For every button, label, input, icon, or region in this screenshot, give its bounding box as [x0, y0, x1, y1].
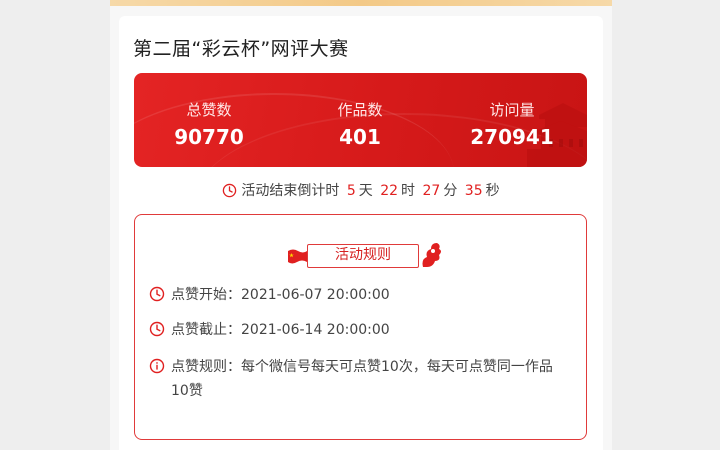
stat-visits: 访问量 270941	[452, 99, 572, 149]
contest-card: 第二届“彩云杯”网评大赛 总赞数 90770 作品数 401 访问量 27094…	[119, 16, 603, 450]
countdown-hours: 22	[380, 183, 399, 199]
clock-icon	[149, 321, 165, 337]
stat-works-count: 作品数 401	[300, 99, 420, 149]
stat-label: 作品数	[337, 101, 383, 119]
page-container: 第二届“彩云杯”网评大赛 总赞数 90770 作品数 401 访问量 27094…	[110, 0, 612, 450]
rules-header: 活动规则	[283, 239, 443, 271]
top-banner-strip	[110, 0, 612, 6]
stat-label: 访问量	[489, 101, 535, 119]
flag-icon	[288, 249, 307, 264]
stat-label: 总赞数	[186, 101, 232, 119]
rules-title: 活动规则	[307, 244, 419, 268]
rules-panel: 活动规则 点赞开始：2021-06-07 20:00:00 点赞截止：2021-…	[134, 214, 587, 440]
rule-body: 点赞规则：每个微信号每天可点赞10次，每天可点赞同一作品10赞	[149, 355, 569, 403]
stat-value: 90770	[174, 125, 244, 149]
rule-text: 点赞开始：2021-06-07 20:00:00	[171, 287, 390, 303]
stats-panel: 总赞数 90770 作品数 401 访问量 270941	[134, 73, 587, 167]
rule-end-time: 点赞截止：2021-06-14 20:00:00	[149, 318, 390, 342]
info-icon	[149, 358, 165, 374]
countdown-prefix: 活动结束倒计时	[241, 183, 340, 199]
auspicious-cloud-icon	[422, 243, 441, 267]
countdown-hours-unit: 时	[401, 183, 416, 199]
contest-title: 第二届“彩云杯”网评大赛	[133, 38, 349, 60]
rule-like-policy: 点赞规则：每个微信号每天可点赞10次，每天可点赞同一作品10赞	[149, 355, 569, 403]
stat-value: 270941	[470, 125, 554, 149]
stat-total-likes: 总赞数 90770	[149, 99, 269, 149]
countdown-minutes: 27	[422, 183, 441, 199]
countdown-days-unit: 天	[358, 183, 373, 199]
countdown-timer: 活动结束倒计时 5天 22 时 27 分 35 秒	[119, 180, 603, 200]
stat-value: 401	[339, 125, 381, 149]
clock-icon	[223, 183, 237, 198]
rule-text: 点赞截止：2021-06-14 20:00:00	[171, 322, 390, 338]
countdown-seconds: 35	[464, 183, 483, 199]
rule-text: 点赞规则：每个微信号每天可点赞10次，每天可点赞同一作品10赞	[171, 359, 553, 399]
clock-icon	[149, 286, 165, 302]
countdown-minutes-unit: 分	[443, 183, 458, 199]
countdown-seconds-unit: 秒	[485, 183, 500, 199]
countdown-days: 5	[346, 183, 356, 199]
rule-start-time: 点赞开始：2021-06-07 20:00:00	[149, 283, 390, 307]
